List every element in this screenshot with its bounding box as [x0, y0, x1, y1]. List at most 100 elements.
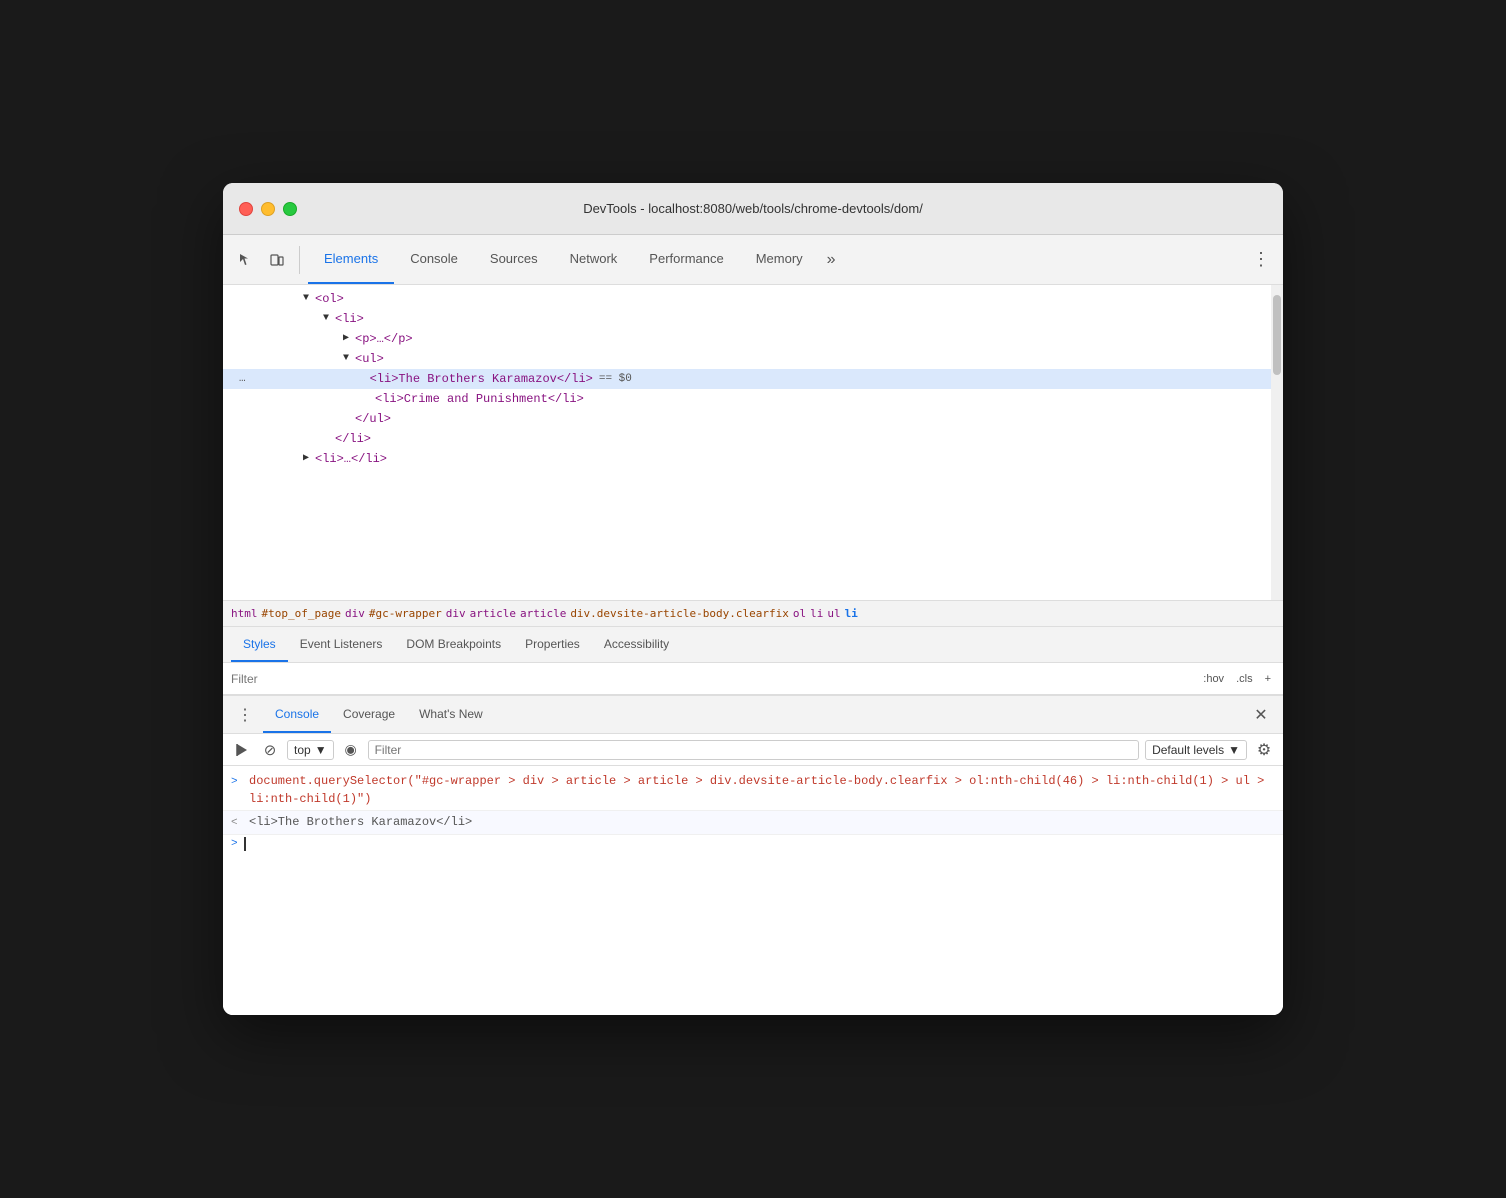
bc-article2[interactable]: article: [520, 607, 566, 620]
tag-crime: <li>Crime and Punishment</li>: [375, 390, 584, 408]
filter-bar: :hov .cls +: [223, 663, 1283, 695]
tri-empty-crime: [363, 390, 375, 408]
tag-brothers: <li>The Brothers Karamazov</li>: [250, 370, 593, 388]
context-selector[interactable]: top ▼: [287, 740, 334, 760]
dom-row-li1[interactable]: ▼ <li>: [223, 309, 1271, 329]
console-close-button[interactable]: ✕: [1247, 701, 1275, 729]
inspect-icon[interactable]: [231, 246, 259, 274]
tab-properties[interactable]: Properties: [513, 627, 592, 662]
console-tab-bar: ⋮ Console Coverage What's New ✕: [223, 696, 1283, 734]
bc-ol[interactable]: ol: [793, 607, 806, 620]
console-filter-input[interactable]: [368, 740, 1139, 760]
bc-gc-wrapper[interactable]: #gc-wrapper: [369, 607, 442, 620]
bc-li1[interactable]: li: [810, 607, 823, 620]
prompt-arrow: >: [231, 838, 238, 850]
console-panel: ⋮ Console Coverage What's New ✕ ⊘ top ▼ …: [223, 695, 1283, 1015]
maximize-button[interactable]: [283, 202, 297, 216]
tab-styles[interactable]: Styles: [231, 627, 288, 662]
console-result: <li>The Brothers Karamazov</li>: [249, 813, 472, 831]
title-bar: DevTools - localhost:8080/web/tools/chro…: [223, 183, 1283, 235]
dom-row-brothers[interactable]: … <li>The Brothers Karamazov</li> == $0: [223, 369, 1271, 389]
traffic-lights: [239, 202, 297, 216]
block-icon[interactable]: ⊘: [259, 739, 281, 761]
tag-ul: <ul>: [355, 350, 384, 368]
hov-button[interactable]: :hov: [1199, 671, 1228, 687]
tag-close-ul: </ul>: [355, 410, 391, 428]
cursor: [244, 837, 246, 851]
dom-row-ol[interactable]: ▼ <ol>: [223, 289, 1271, 309]
tag-li1: <li>: [335, 310, 364, 328]
dom-scrollbar[interactable]: [1271, 285, 1283, 600]
output-arrow: <: [231, 814, 243, 832]
close-button[interactable]: [239, 202, 253, 216]
bc-top-of-page[interactable]: #top_of_page: [262, 607, 341, 620]
dom-ellipsis: …: [231, 370, 246, 388]
log-levels-selector[interactable]: Default levels ▼: [1145, 740, 1247, 760]
devtools-window: DevTools - localhost:8080/web/tools/chro…: [223, 183, 1283, 1015]
top-tab-bar: Elements Console Sources Network Perform…: [223, 235, 1283, 285]
tab-console-bottom[interactable]: Console: [263, 696, 331, 733]
filter-input[interactable]: [231, 672, 1191, 686]
bc-article1[interactable]: article: [470, 607, 516, 620]
tab-coverage[interactable]: Coverage: [331, 696, 407, 733]
context-label: top: [294, 743, 311, 757]
levels-arrow: ▼: [1228, 743, 1240, 757]
execute-context-button[interactable]: [231, 739, 253, 761]
breadcrumb: html #top_of_page div #gc-wrapper div ar…: [223, 601, 1283, 627]
tri-close-ul: [343, 410, 355, 428]
dom-row-p[interactable]: ▶ <p>…</p>: [223, 329, 1271, 349]
bc-li2[interactable]: li: [845, 607, 858, 620]
cls-button[interactable]: .cls: [1232, 671, 1257, 687]
tab-performance[interactable]: Performance: [633, 235, 739, 284]
more-tabs-button[interactable]: »: [819, 251, 844, 269]
dom-row-crime[interactable]: <li>Crime and Punishment</li>: [223, 389, 1271, 409]
tab-elements[interactable]: Elements: [308, 235, 394, 284]
triangle-ul: ▼: [343, 350, 355, 368]
dom-tree: ▼ <ol> ▼ <li> ▶ <p>…</p> ▼ <ul>: [223, 285, 1271, 600]
selected-marker: == $0: [599, 370, 632, 388]
console-input-line[interactable]: >: [223, 835, 1283, 853]
plus-button[interactable]: +: [1261, 671, 1275, 687]
triangle-li1: ▼: [323, 310, 335, 328]
tab-memory[interactable]: Memory: [740, 235, 819, 284]
tri-close-li: [323, 430, 335, 448]
tab-sources[interactable]: Sources: [474, 235, 554, 284]
dom-row-close-li[interactable]: </li>: [223, 429, 1271, 449]
tab-dom-breakpoints[interactable]: DOM Breakpoints: [394, 627, 513, 662]
main-tabs: Elements Console Sources Network Perform…: [308, 235, 1247, 284]
tab-whats-new[interactable]: What's New: [407, 696, 495, 733]
devtools-menu-button[interactable]: ⋮: [1247, 246, 1275, 274]
triangle-p: ▶: [343, 330, 355, 348]
input-arrow: >: [231, 773, 243, 791]
console-content: > document.querySelector("#gc-wrapper > …: [223, 766, 1283, 1015]
dom-scroll-thumb[interactable]: [1273, 295, 1281, 375]
dom-area: ▼ <ol> ▼ <li> ▶ <p>…</p> ▼ <ul>: [223, 285, 1283, 601]
device-mode-icon[interactable]: [263, 246, 291, 274]
dom-row-ul[interactable]: ▼ <ul>: [223, 349, 1271, 369]
tri-li-collapsed: ▶: [303, 450, 315, 468]
tab-network[interactable]: Network: [554, 235, 634, 284]
console-settings-button[interactable]: ⚙: [1253, 739, 1275, 761]
console-toolbar: ⊘ top ▼ ◉ Default levels ▼ ⚙: [223, 734, 1283, 766]
console-more-button[interactable]: ⋮: [231, 701, 259, 729]
dom-row-close-ul[interactable]: </ul>: [223, 409, 1271, 429]
bc-ul[interactable]: ul: [827, 607, 840, 620]
bc-div-class[interactable]: div.devsite-article-body.clearfix: [570, 607, 789, 620]
minimize-button[interactable]: [261, 202, 275, 216]
triangle-ol: ▼: [303, 290, 315, 308]
tab-console[interactable]: Console: [394, 235, 474, 284]
bc-div2[interactable]: div: [446, 607, 466, 620]
dom-row-li-collapsed[interactable]: ▶ <li>…</li>: [223, 449, 1271, 469]
console-query: document.querySelector("#gc-wrapper > di…: [249, 772, 1275, 808]
eye-icon[interactable]: ◉: [340, 739, 362, 761]
toolbar-icons: [231, 246, 300, 274]
tab-accessibility[interactable]: Accessibility: [592, 627, 681, 662]
top-tabs-right: ⋮: [1247, 246, 1275, 274]
bc-html[interactable]: html: [231, 607, 258, 620]
tag-li-collapsed: <li>…</li>: [315, 450, 387, 468]
levels-label: Default levels: [1152, 743, 1224, 757]
tab-event-listeners[interactable]: Event Listeners: [288, 627, 395, 662]
context-arrow: ▼: [315, 743, 327, 757]
console-entry-input: > document.querySelector("#gc-wrapper > …: [223, 770, 1283, 811]
bc-div1[interactable]: div: [345, 607, 365, 620]
